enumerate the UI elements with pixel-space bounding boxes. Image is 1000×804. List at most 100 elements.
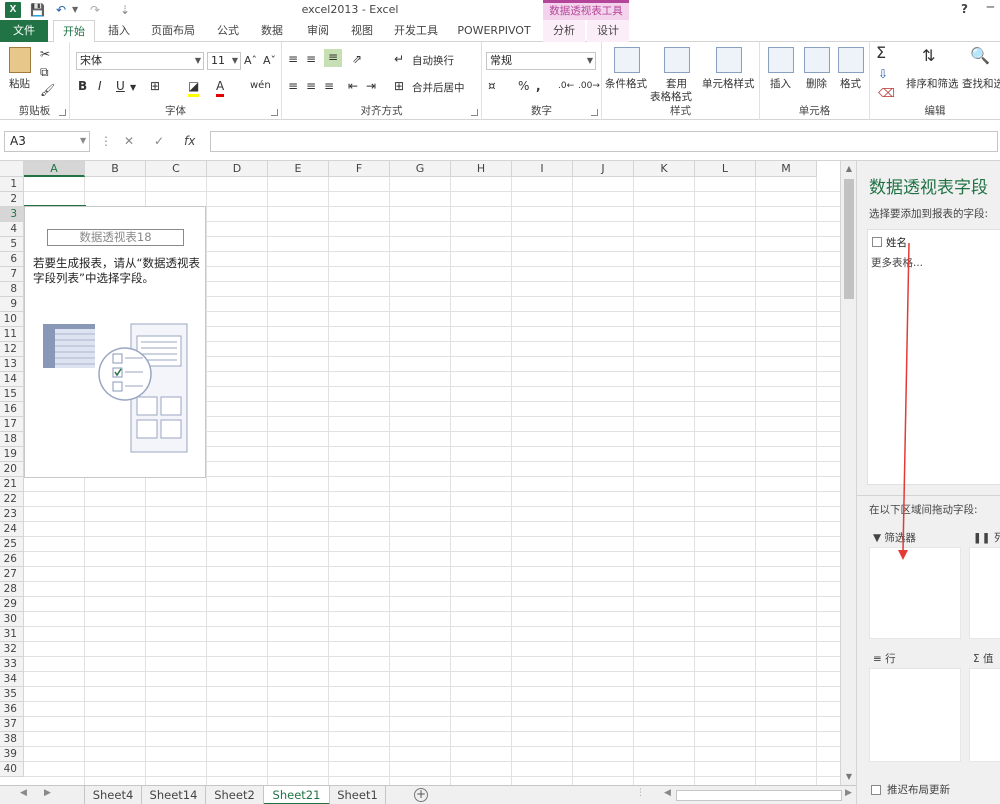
column-header-e[interactable]: E <box>268 161 329 177</box>
column-header-l[interactable]: L <box>695 161 756 177</box>
fill-icon[interactable]: ⇩ <box>878 66 888 82</box>
tab-analyze[interactable]: 分析 <box>543 20 585 42</box>
row-header-31[interactable]: 31 <box>0 627 24 642</box>
clipboard-launcher-icon[interactable] <box>59 109 66 116</box>
row-header-26[interactable]: 26 <box>0 552 24 567</box>
shrink-font-icon[interactable]: Aˇ <box>263 53 276 69</box>
column-header-h[interactable]: H <box>451 161 512 177</box>
format-cells-icon[interactable] <box>838 47 864 73</box>
split-icon[interactable]: ⋮ <box>636 788 645 798</box>
tab-view[interactable]: 视图 <box>342 20 382 42</box>
tab-home[interactable]: 开始 <box>53 20 95 43</box>
row-header-4[interactable]: 4 <box>0 222 24 237</box>
font-name-select[interactable]: 宋体 ▼ <box>76 52 204 70</box>
hscroll-right-icon[interactable]: ▶ <box>845 788 852 798</box>
align-left-icon[interactable]: ≡ <box>288 78 298 94</box>
underline-button[interactable]: U <box>116 78 125 94</box>
more-tables-link[interactable]: 更多表格... <box>871 255 923 270</box>
align-top-icon[interactable]: ≡ <box>288 51 298 67</box>
sheet-tab-sheet4[interactable]: Sheet4 <box>84 786 142 804</box>
column-header-c[interactable]: C <box>146 161 207 177</box>
increase-indent-icon[interactable]: ⇥ <box>366 78 376 94</box>
sort-filter-button[interactable]: 排序和筛选 <box>906 76 959 91</box>
format-painter-icon[interactable]: 🖌 <box>40 82 55 98</box>
phonetic-icon[interactable]: wén <box>250 78 271 94</box>
row-header-7[interactable]: 7 <box>0 267 24 282</box>
pivot-table-placeholder[interactable]: 数据透视表18 若要生成报表，请从“数据透视表字段列表”中选择字段。 <box>24 206 206 478</box>
format-table-icon[interactable] <box>664 47 690 73</box>
more-icon[interactable]: ⋮ <box>100 131 112 152</box>
row-header-16[interactable]: 16 <box>0 402 24 417</box>
column-header-g[interactable]: G <box>390 161 451 177</box>
format-cells-button[interactable]: 格式 <box>840 76 861 91</box>
defer-layout-update[interactable]: 推迟布局更新 <box>871 782 950 797</box>
row-header-28[interactable]: 28 <box>0 582 24 597</box>
autosum-button[interactable]: Σ <box>876 45 886 61</box>
find-select-button[interactable]: 查找和选 <box>962 76 1000 91</box>
row-header-35[interactable]: 35 <box>0 687 24 702</box>
column-header-b[interactable]: B <box>85 161 146 177</box>
underline-dropdown-icon[interactable]: ▼ <box>130 80 136 96</box>
cancel-icon[interactable]: ✕ <box>124 131 134 152</box>
help-icon[interactable]: ? <box>961 2 968 16</box>
cut-icon[interactable]: ✂ <box>40 46 50 62</box>
number-format-select[interactable]: 常规 ▼ <box>486 52 596 70</box>
columns-drop-area[interactable] <box>969 547 1000 639</box>
paste-button[interactable]: 粘贴 <box>9 76 30 91</box>
format-table-button-line2[interactable]: 表格格式 <box>650 89 692 104</box>
align-right-icon[interactable]: ≡ <box>324 78 334 94</box>
row-header-30[interactable]: 30 <box>0 612 24 627</box>
row-header-40[interactable]: 40 <box>0 762 24 777</box>
row-header-24[interactable]: 24 <box>0 522 24 537</box>
enter-icon[interactable]: ✓ <box>154 131 164 152</box>
alignment-launcher-icon[interactable] <box>471 109 478 116</box>
row-header-34[interactable]: 34 <box>0 672 24 687</box>
wrap-text-button[interactable]: 自动换行 <box>412 53 454 68</box>
row-header-17[interactable]: 17 <box>0 417 24 432</box>
worksheet-grid[interactable]: A B C D E F G H I J K L M 1 2 3 4 5 6 7 8 9 10 11 12 13 14 15 16 17 18… <box>0 161 840 785</box>
tab-formulas[interactable]: 公式 <box>208 20 248 42</box>
align-middle-icon[interactable]: ≡ <box>306 51 316 67</box>
bold-button[interactable]: B <box>78 78 87 94</box>
minimize-icon[interactable]: ─ <box>987 0 994 14</box>
row-header-10[interactable]: 10 <box>0 312 24 327</box>
column-header-k[interactable]: K <box>634 161 695 177</box>
name-box[interactable]: A3 <box>4 131 90 152</box>
orientation-icon[interactable]: ⇗ <box>352 51 362 67</box>
row-header-21[interactable]: 21 <box>0 477 24 492</box>
row-header-22[interactable]: 22 <box>0 492 24 507</box>
sheet-tab-sheet2[interactable]: Sheet2 <box>206 786 264 804</box>
row-header-15[interactable]: 15 <box>0 387 24 402</box>
next-sheet-icon[interactable]: ▶ <box>44 788 51 798</box>
insert-function-button[interactable]: fx <box>184 131 195 152</box>
vertical-scrollbar[interactable]: ▲ ▼ <box>840 161 856 785</box>
row-header-23[interactable]: 23 <box>0 507 24 522</box>
tab-design[interactable]: 设计 <box>587 20 629 42</box>
row-header-20[interactable]: 20 <box>0 462 24 477</box>
conditional-format-icon[interactable] <box>614 47 640 73</box>
row-header-2[interactable]: 2 <box>0 192 24 207</box>
field-label-name[interactable]: 姓名 <box>886 235 907 250</box>
tab-developer[interactable]: 开发工具 <box>388 20 444 42</box>
align-bottom-icon[interactable]: ≡ <box>324 49 342 67</box>
row-header-25[interactable]: 25 <box>0 537 24 552</box>
copy-icon[interactable]: ⧉ <box>40 64 49 80</box>
insert-cells-icon[interactable] <box>768 47 794 73</box>
row-header-33[interactable]: 33 <box>0 657 24 672</box>
scroll-down-icon[interactable]: ▼ <box>841 769 857 785</box>
delete-cells-button[interactable]: 删除 <box>806 76 827 91</box>
add-sheet-icon[interactable]: + <box>414 788 428 802</box>
clear-icon[interactable]: ⌫ <box>878 85 895 101</box>
column-header-d[interactable]: D <box>207 161 268 177</box>
row-header-18[interactable]: 18 <box>0 432 24 447</box>
tab-data[interactable]: 数据 <box>252 20 292 42</box>
row-header-36[interactable]: 36 <box>0 702 24 717</box>
values-drop-area[interactable] <box>969 668 1000 762</box>
align-center-icon[interactable]: ≡ <box>306 78 316 94</box>
cell-styles-button[interactable]: 单元格样式 <box>702 76 755 91</box>
hscroll-left-icon[interactable]: ◀ <box>664 788 671 798</box>
row-header-3[interactable]: 3 <box>0 207 24 222</box>
row-header-5[interactable]: 5 <box>0 237 24 252</box>
delete-cells-icon[interactable] <box>804 47 830 73</box>
column-header-a[interactable]: A <box>24 161 85 177</box>
